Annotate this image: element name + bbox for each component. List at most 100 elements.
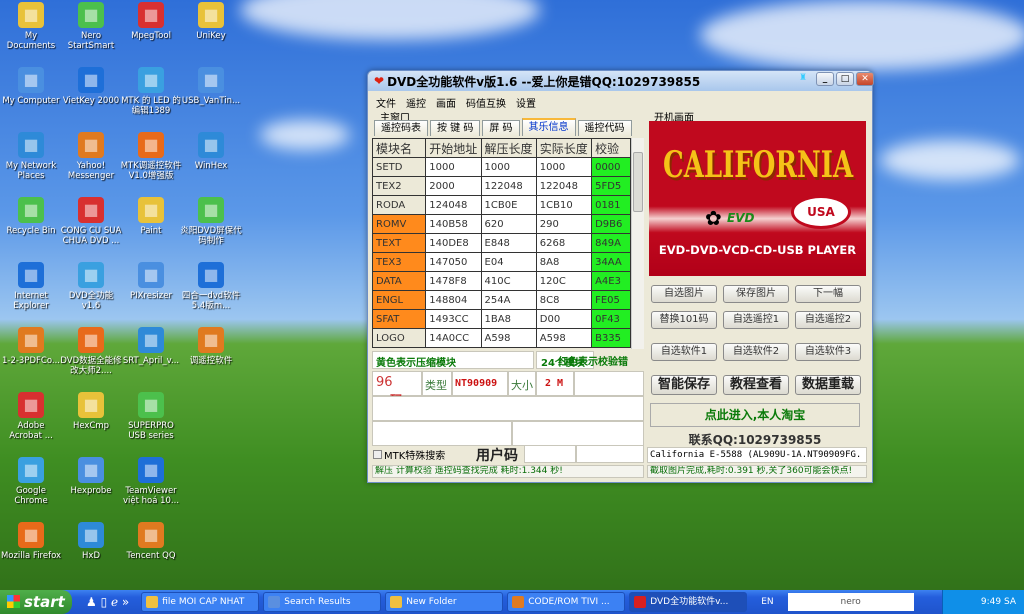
desktop-icon[interactable]: ■ My Network Places	[0, 132, 62, 181]
main-action-button[interactable]: 数据重载	[795, 375, 861, 395]
menu-item[interactable]: 码值互换	[466, 95, 506, 110]
user-code-input[interactable]	[524, 445, 576, 463]
table-cell: 8C8	[535, 290, 593, 310]
table-cell: 290	[535, 214, 593, 234]
desktop-icon[interactable]: ■ Paint	[120, 197, 182, 236]
tab[interactable]: 按 键 码	[430, 120, 481, 136]
main-action-button[interactable]: 智能保存	[651, 375, 717, 395]
action-button[interactable]: 自选软件2	[723, 343, 789, 361]
taskbar-item[interactable]: file MOI CAP NHAT	[141, 592, 260, 612]
desktop-icon[interactable]: ■ Yahoo! Messenger	[60, 132, 122, 181]
system-tray: 9:49 SA	[942, 590, 1024, 614]
maximize-button[interactable]: □	[836, 72, 854, 86]
desktop-icon[interactable]: ■ Recycle Bin	[0, 197, 62, 236]
table-row[interactable]: TEXT 140DE8 E848 6268 849A	[371, 233, 631, 253]
clock[interactable]: 9:49 SA	[981, 597, 1016, 607]
desktop-icon[interactable]: ■ Google Chrome	[0, 457, 62, 506]
table-row[interactable]: TEX3 147050 E04 8A8 34AA	[371, 252, 631, 272]
table-cell: 1000	[425, 157, 482, 177]
action-button[interactable]: 自选软件3	[795, 343, 861, 361]
action-button[interactable]: 下一幅	[795, 285, 861, 303]
taskbar-item[interactable]: CODE/ROM TIVI ...	[507, 592, 626, 612]
table-cell: 0181	[591, 195, 631, 215]
desktop-icon[interactable]: ■ SRT_April_v...	[120, 327, 182, 366]
desktop-icon[interactable]: ■ 四合一dvd软件5.4版m...	[180, 262, 242, 311]
desktop-icon-label: SRT_April_v...	[122, 356, 180, 366]
desktop-icon[interactable]: ■ Tencent QQ	[120, 522, 182, 561]
language-indicator[interactable]: EN	[761, 597, 773, 607]
taskbar-item[interactable]: DVD全功能软件v...	[629, 592, 748, 612]
desktop-icon[interactable]: ■ 1-2-3PDFCo...	[0, 327, 62, 366]
menu-item[interactable]: 遥控	[406, 95, 426, 110]
table-row[interactable]: SETD 1000 1000 1000 0000	[371, 157, 631, 177]
desktop-icon[interactable]: ■ Internet Explorer	[0, 262, 62, 311]
desktop-icon[interactable]: ■ 炎阳DVD屏保代码制作	[180, 197, 242, 246]
taskbar-item[interactable]: Search Results	[263, 592, 382, 612]
desktop-icon[interactable]: ■ UniKey	[180, 2, 242, 41]
compressed-legend: 黄色表示压缩模块	[372, 351, 534, 369]
desktop-icon-label: CONG CU SUA CHUA DVD ...	[60, 226, 122, 246]
taobao-link-button[interactable]: 点此进入,本人淘宝	[650, 403, 860, 427]
taskbar-item[interactable]: New Folder	[385, 592, 504, 612]
menu-item[interactable]: 文件	[376, 95, 396, 110]
desktop-icon[interactable]: ■ DVD全功能 v1.6	[60, 262, 122, 311]
nero-search-box[interactable]: nero	[787, 593, 914, 611]
desktop-icon[interactable]: ■ HxD	[60, 522, 122, 561]
desktop-icon[interactable]: ■ PIXresizer	[120, 262, 182, 301]
desktop-icon[interactable]: ■ TeamViewer việt hoá 10...	[120, 457, 182, 506]
table-row[interactable]: LOGO 14A0CC A598 A598 B335	[371, 328, 631, 348]
table-scrollbar[interactable]	[631, 138, 644, 349]
desktop-icon[interactable]: ■ 调遥控软件	[180, 327, 242, 366]
menu-item[interactable]: 设置	[516, 95, 536, 110]
desktop-icon[interactable]: ■ MTK调遥控软件V1.0增强版	[120, 132, 182, 181]
menu-item[interactable]: 画面	[436, 95, 456, 110]
tab[interactable]: 其乐信息	[521, 118, 576, 136]
table-cell: ROMV	[371, 214, 427, 234]
tab[interactable]: 遥控码表	[374, 120, 428, 136]
main-action-button[interactable]: 教程查看	[723, 375, 789, 395]
desktop-icon[interactable]: ■ Hexprobe	[60, 457, 122, 496]
app-icon: ■	[198, 2, 224, 28]
user-code-input-2[interactable]	[576, 445, 644, 463]
desktop-icon[interactable]: ■ WinHex	[180, 132, 242, 171]
table-cell: 254A	[480, 290, 537, 310]
quicklaunch-icon[interactable]: ♟ ▯ ℯ »	[86, 595, 129, 609]
minimize-button[interactable]: _	[816, 72, 834, 86]
action-button[interactable]: 自选遥控2	[795, 311, 861, 329]
start-button[interactable]: start	[0, 590, 72, 614]
action-button[interactable]: 自选图片	[651, 285, 717, 303]
desktop-icon[interactable]: ■ USB_VanTin...	[180, 67, 242, 106]
blank-row	[372, 396, 644, 421]
table-row[interactable]: SFAT 1493CC 1BA8 D00 0F43	[371, 309, 631, 329]
action-button[interactable]: 替换101码	[651, 311, 717, 329]
action-button[interactable]: 自选软件1	[651, 343, 717, 361]
desktop-icon[interactable]: ■ DVD数据全能修改大师2....	[60, 327, 122, 376]
action-button[interactable]: 自选遥控1	[723, 311, 789, 329]
close-button[interactable]: ✕	[856, 72, 874, 86]
table-cell: E04	[480, 252, 537, 272]
desktop-icon[interactable]: ■ MTK 的 LED 的 编辑1389	[120, 67, 182, 116]
desktop-icon[interactable]: ■ CONG CU SUA CHUA DVD ...	[60, 197, 122, 246]
table-row[interactable]: RODA 124048 1CB0E 1CB10 0181	[371, 195, 631, 215]
table-row[interactable]: ROMV 140B58 620 290 D9B6	[371, 214, 631, 234]
table-row[interactable]: ENGL 148804 254A 8C8 FE05	[371, 290, 631, 310]
table-row[interactable]: TEX2 2000 122048 122048 5FD5	[371, 176, 631, 196]
desktop-icon-label: TeamViewer việt hoá 10...	[122, 486, 180, 506]
desktop-icon[interactable]: ■ Mozilla Firefox	[0, 522, 62, 561]
desktop-icon[interactable]: ■ HexCmp	[60, 392, 122, 431]
table-row[interactable]: DATA 1478F8 410C 120C A4E3	[371, 271, 631, 291]
action-button[interactable]: 保存图片	[723, 285, 789, 303]
desktop-icon[interactable]: ■ Adobe Acrobat ...	[0, 392, 62, 441]
title-bar[interactable]: ❤ DVD全功能软件v版1.6 --爱上你是错QQ:1029739855 ♜ _…	[368, 71, 874, 91]
desktop-icon[interactable]: ■ Nero StartSmart	[60, 2, 122, 51]
tab[interactable]: 屏 码	[482, 120, 520, 136]
tab[interactable]: 遥控代码	[577, 120, 632, 136]
desktop-icon-label: HexCmp	[72, 421, 110, 431]
desktop-icon[interactable]: ■ VietKey 2000	[60, 67, 122, 106]
desktop-icon[interactable]: ■ SUPERPRO USB series	[120, 392, 182, 441]
desktop-icon[interactable]: ■ My Documents	[0, 2, 62, 51]
desktop-icon[interactable]: ■ MpegTool	[120, 2, 182, 41]
size-label: 大小	[508, 371, 536, 396]
desktop-icon[interactable]: ■ My Computer	[0, 67, 62, 106]
mtk-search-checkbox[interactable]: MTK特殊搜索	[373, 447, 445, 462]
